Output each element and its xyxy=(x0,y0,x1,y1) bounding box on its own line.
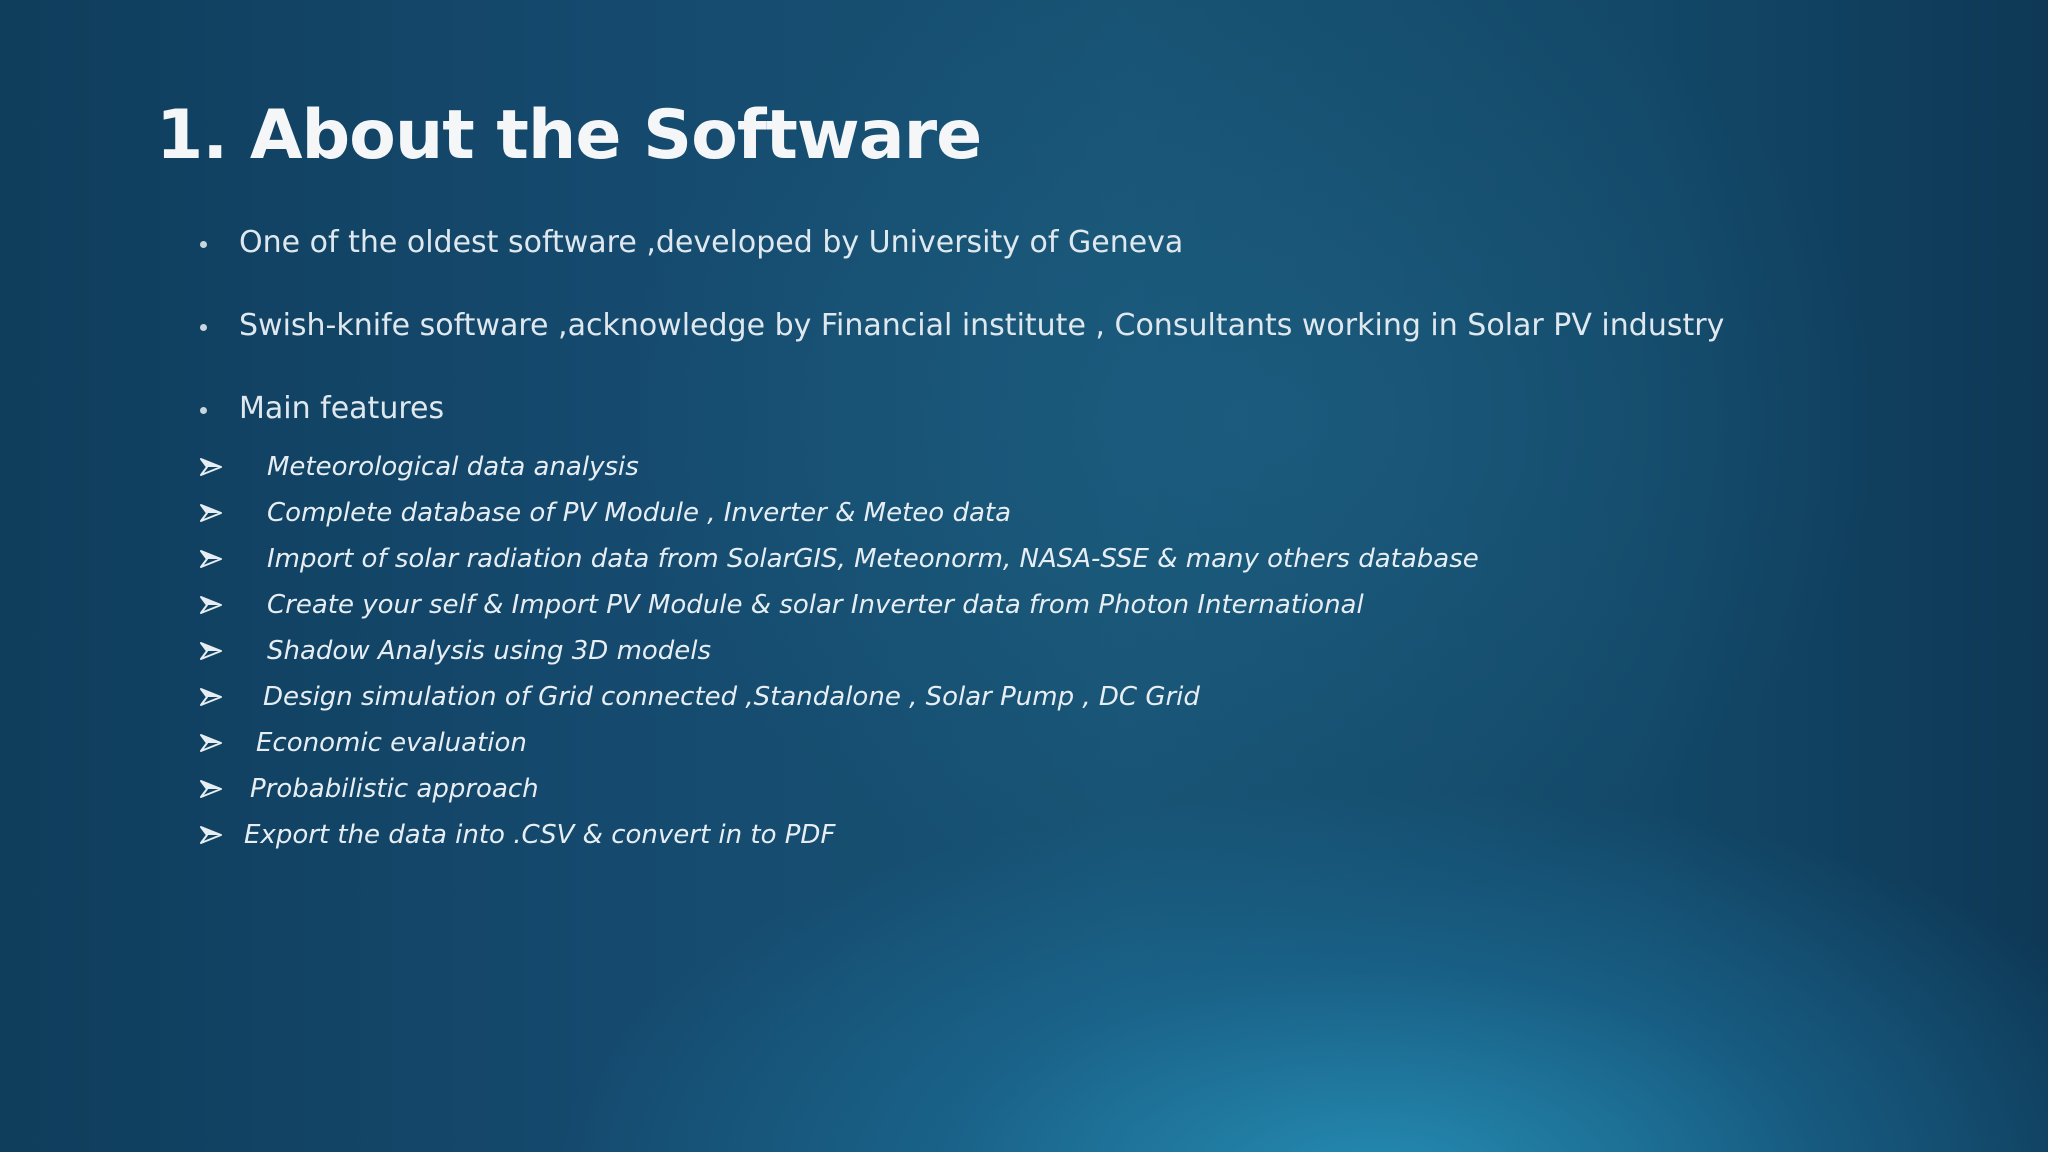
arrowhead-bullet-icon xyxy=(200,596,222,614)
bullet-dot-icon xyxy=(200,241,207,248)
feature-text: Economic evaluation xyxy=(256,728,527,758)
bullet-dot-icon xyxy=(200,324,207,331)
feature-text: Design simulation of Grid connected ,Sta… xyxy=(263,682,1200,712)
arrowhead-bullet-icon xyxy=(200,550,222,568)
arrowhead-bullet-icon xyxy=(200,688,222,706)
feature-text: Meteorological data analysis xyxy=(267,452,639,482)
slide: 1. About the Software One of the oldest … xyxy=(0,0,2048,1152)
bullet-text: One of the oldest software ,developed by… xyxy=(239,225,1184,260)
bullet-text: Swish-knife software ,acknowledge by Fin… xyxy=(239,308,1725,343)
bullet-dot-icon xyxy=(200,407,207,414)
arrowhead-bullet-icon xyxy=(200,458,222,476)
feature-text: Complete database of PV Module , Inverte… xyxy=(267,498,1012,528)
arrowhead-bullet-icon xyxy=(200,826,222,844)
feature-text: Shadow Analysis using 3D models xyxy=(267,636,712,666)
bullet-text: Main features xyxy=(239,391,445,426)
feature-text: Export the data into .CSV & convert in t… xyxy=(244,820,836,850)
arrowhead-bullet-icon xyxy=(200,642,222,660)
feature-text: Import of solar radiation data from Sola… xyxy=(267,544,1479,574)
arrowhead-bullet-icon xyxy=(200,780,222,798)
arrowhead-bullet-icon xyxy=(200,504,222,522)
feature-text: Create your self & Import PV Module & so… xyxy=(267,590,1364,620)
feature-text: Probabilistic approach xyxy=(250,774,539,804)
slide-title: 1. About the Software xyxy=(156,96,982,175)
arrowhead-bullet-icon xyxy=(200,734,222,752)
